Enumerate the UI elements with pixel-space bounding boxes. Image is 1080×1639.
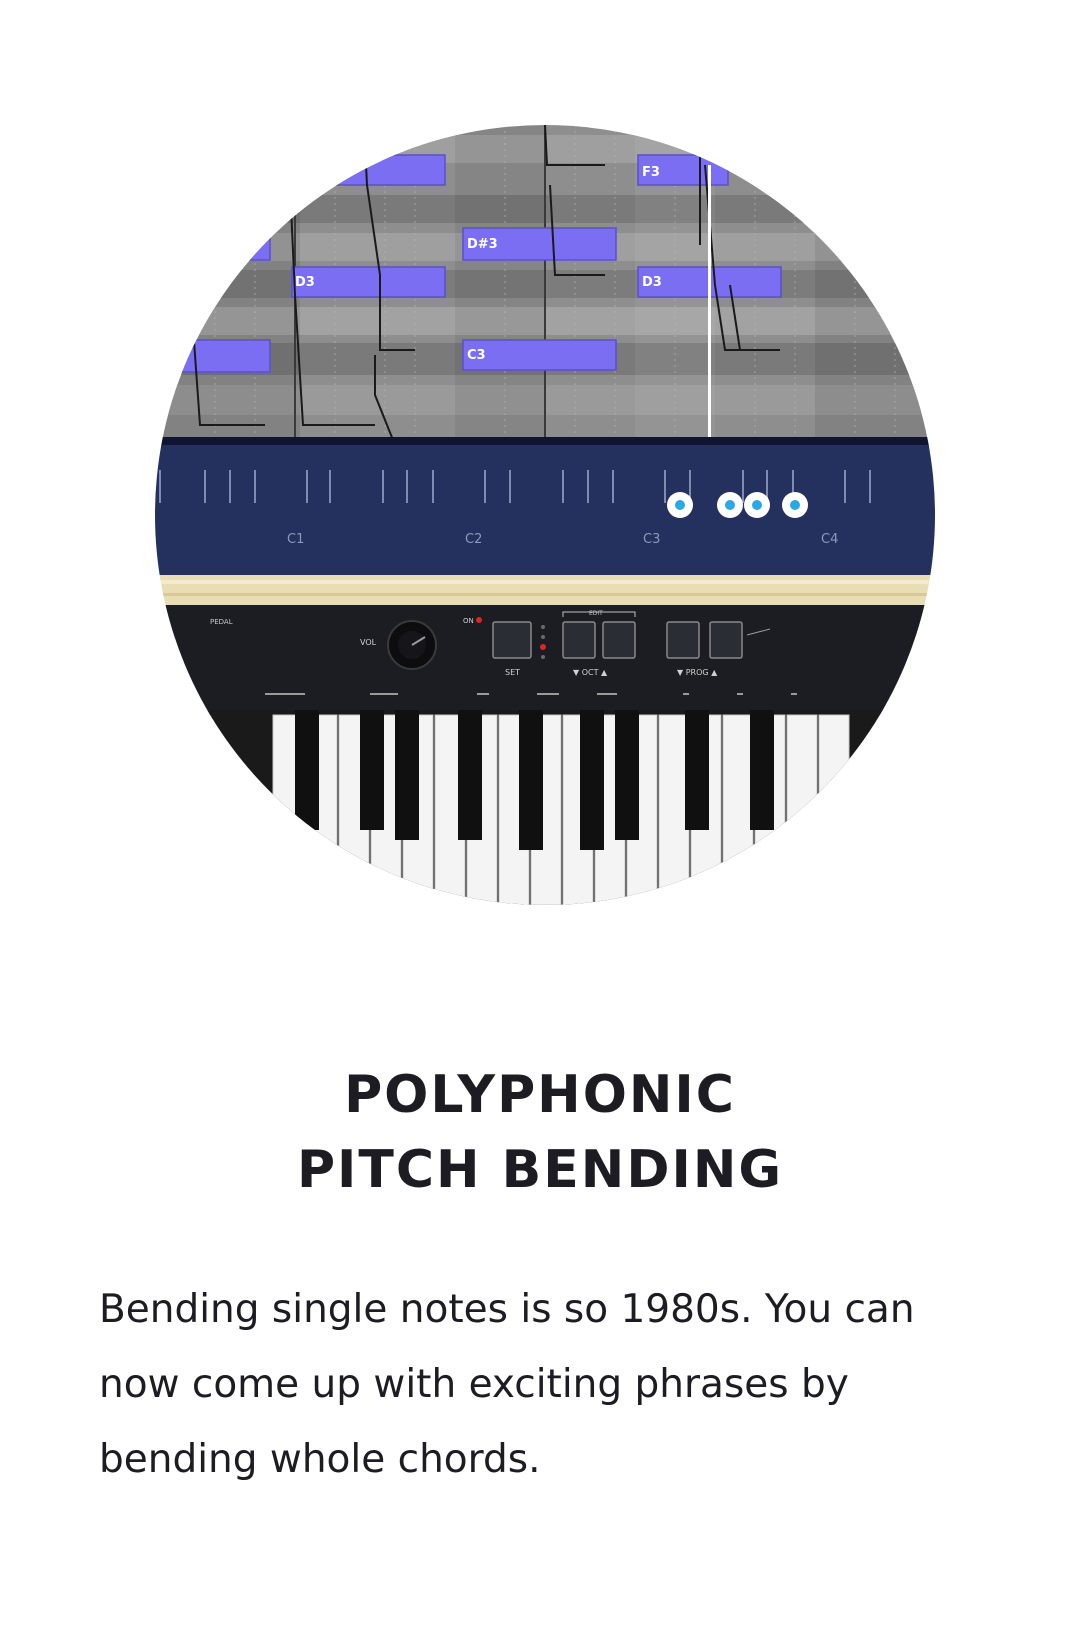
midi-note (155, 339, 271, 373)
set-label: SET (505, 668, 520, 677)
playhead (708, 165, 711, 445)
feature-title-line-1: POLYPHONIC (344, 1065, 736, 1125)
feature-title: POLYPHONIC PITCH BENDING (90, 1058, 990, 1208)
octave-label-c2: C2 (465, 532, 482, 547)
octave-down-button (562, 621, 596, 659)
octave-up-button (602, 621, 636, 659)
note-label: D3 (295, 275, 315, 290)
keyboard-visualizer: C1 C2 C3 C4 (155, 437, 935, 575)
midi-note (194, 227, 271, 261)
power-led (476, 617, 482, 623)
midi-note (314, 154, 446, 186)
feature-card: F3 D#3 D3 D3 C3 C1 C2 C3 C4 PEDAL VOL ON… (0, 0, 1080, 1639)
set-button (492, 621, 532, 659)
piano-roll: F3 D#3 D3 D3 C3 (155, 125, 935, 446)
pressed-keys (667, 492, 808, 518)
note-label: F3 (642, 165, 660, 180)
volume-label: VOL (360, 638, 377, 647)
octave-label: ▼ OCT ▲ (573, 668, 608, 677)
program-label: ▼ PROG ▲ (677, 668, 718, 677)
program-up-button (709, 621, 743, 659)
feature-image: F3 D#3 D3 D3 C3 C1 C2 C3 C4 PEDAL VOL ON… (155, 125, 935, 905)
octave-label-c3: C3 (643, 532, 660, 547)
on-label: ON (463, 617, 474, 625)
octave-label-c4: C4 (821, 532, 838, 547)
midi-note (291, 266, 446, 298)
control-panel: PEDAL VOL ON SET EDIT ▼ OCT ▲ ▼ PROG ▲ (155, 605, 935, 715)
mode-led (540, 644, 546, 650)
note-label: D3 (642, 275, 662, 290)
feature-title-line-2: PITCH BENDING (296, 1140, 784, 1200)
program-down-button (666, 621, 700, 659)
piano-keys (155, 710, 935, 905)
wood-strip (155, 575, 935, 605)
keyboard-illustration: F3 D#3 D3 D3 C3 C1 C2 C3 C4 PEDAL VOL ON… (155, 125, 935, 905)
edit-label: EDIT (589, 610, 603, 617)
feature-description: Bending single notes is so 1980s. You ca… (99, 1287, 915, 1482)
midi-note (462, 339, 617, 371)
note-label: D#3 (467, 237, 498, 252)
octave-label-c1: C1 (287, 532, 304, 547)
pedal-label: PEDAL (210, 618, 233, 626)
note-label: C3 (467, 348, 486, 363)
